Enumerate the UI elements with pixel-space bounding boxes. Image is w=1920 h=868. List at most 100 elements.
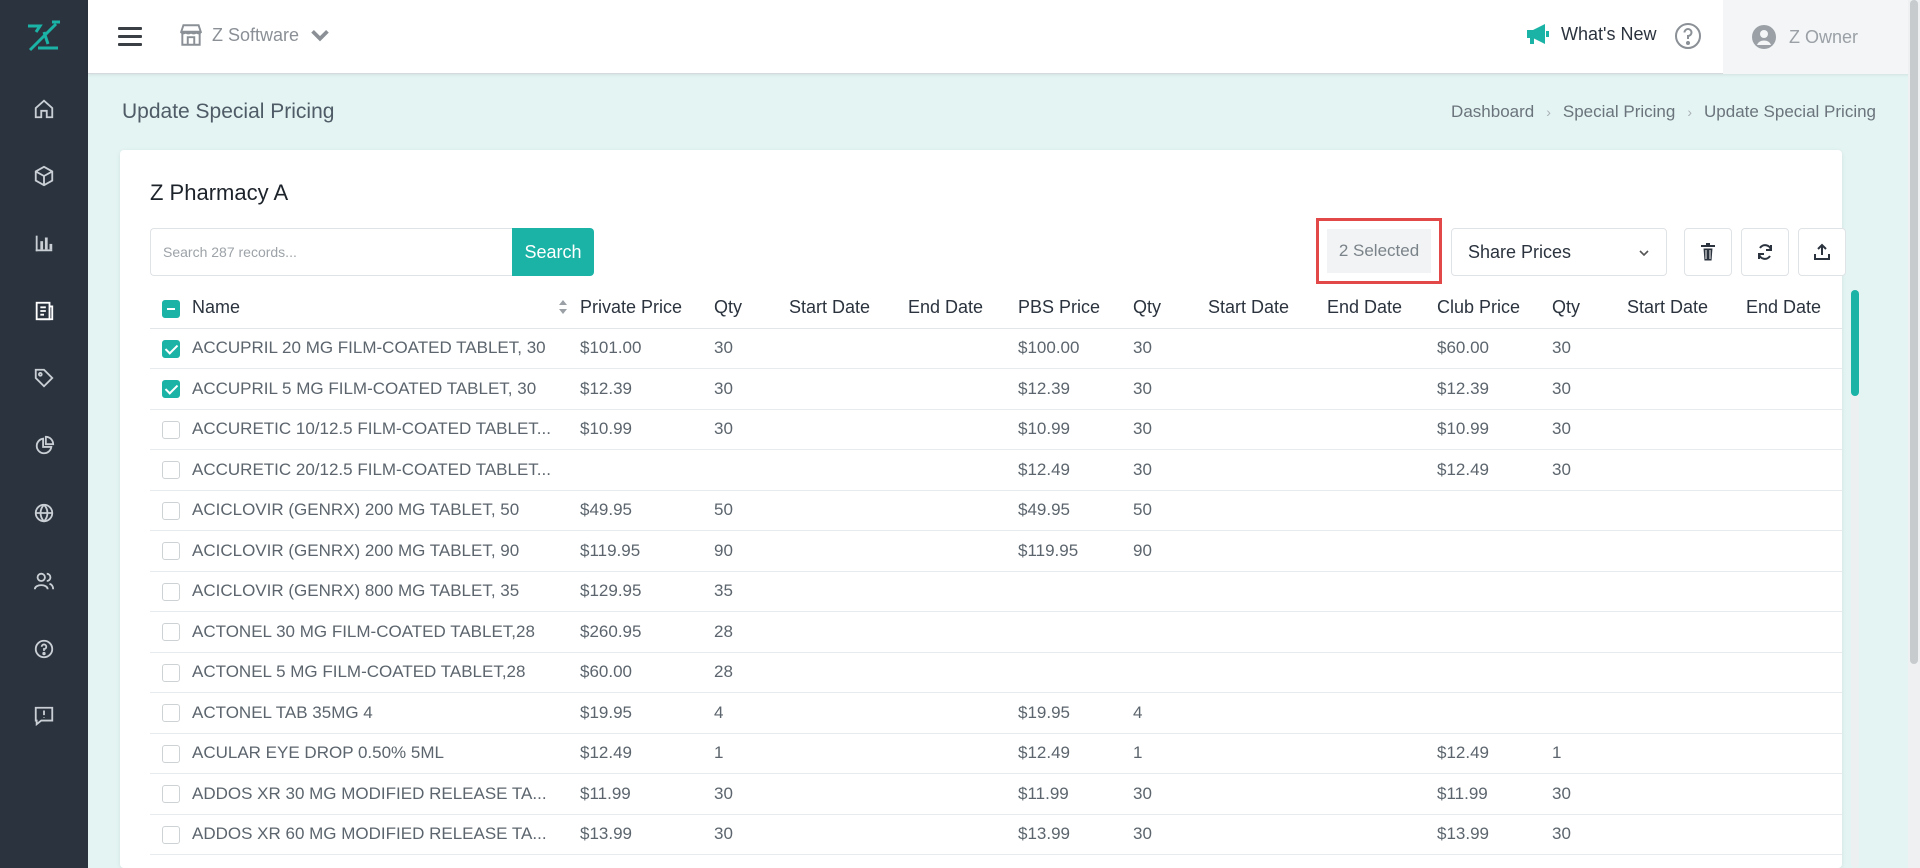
search-button[interactable]: Search (512, 228, 594, 276)
table-row[interactable]: ACICLOVIR (GENRX) 200 MG TABLET, 50 $49.9… (150, 490, 1842, 531)
table-cell (1208, 733, 1327, 774)
breadcrumb-dashboard[interactable]: Dashboard (1451, 102, 1534, 122)
column-header[interactable]: Start Date (1208, 288, 1327, 329)
sort-icon[interactable] (558, 299, 568, 315)
table-row[interactable]: ACCUPRIL 20 MG FILM-COATED TABLET, 30 $10… (150, 328, 1842, 369)
page-scrollbar[interactable] (1908, 0, 1920, 868)
row-checkbox[interactable] (162, 461, 180, 480)
table-header-row: Name Private Price Qty Start Date End Da… (150, 288, 1842, 329)
table-cell (1746, 409, 1842, 450)
report-icon[interactable] (24, 291, 64, 331)
bar-chart-icon[interactable] (24, 223, 64, 263)
table-row[interactable]: ACICLOVIR (GENRX) 800 MG TABLET, 35 $129.… (150, 571, 1842, 612)
breadcrumb-special-pricing[interactable]: Special Pricing (1563, 102, 1675, 122)
table-cell (1552, 530, 1627, 572)
column-header[interactable]: Private Price (580, 288, 714, 329)
pie-chart-icon[interactable] (24, 426, 64, 466)
globe-icon[interactable] (24, 493, 64, 533)
table-cell: $49.95 (1018, 490, 1133, 531)
row-checkbox[interactable] (162, 825, 180, 844)
table-cell (908, 733, 1018, 774)
table-scrollbar[interactable] (1851, 290, 1859, 868)
column-header[interactable]: Qty (1552, 288, 1627, 329)
table-cell (1327, 814, 1437, 855)
column-header[interactable]: Qty (1133, 288, 1208, 329)
column-header[interactable]: Start Date (789, 288, 908, 329)
table-cell (1746, 449, 1842, 491)
table-cell (908, 692, 1018, 734)
column-header[interactable]: Qty (714, 288, 789, 329)
delete-button[interactable] (1684, 228, 1732, 276)
table-cell (1208, 652, 1327, 693)
column-header[interactable]: PBS Price (1018, 288, 1133, 329)
users-icon[interactable] (24, 561, 64, 601)
refresh-icon (1758, 244, 1772, 260)
table-cell (789, 733, 908, 774)
column-header[interactable]: End Date (1327, 288, 1437, 329)
table-cell: $10.99 (580, 409, 714, 450)
select-all-checkbox[interactable] (162, 299, 180, 318)
table-cell (1627, 490, 1746, 531)
menu-toggle-icon[interactable] (118, 27, 142, 47)
table-cell: 50 (1133, 490, 1208, 531)
row-checkbox[interactable] (162, 339, 180, 358)
table-row[interactable]: ACTONEL TAB 35MG 4 $19.95 4 $19.95 4 (150, 692, 1842, 734)
table-cell: $100.00 (1018, 328, 1133, 369)
store-icon (179, 24, 203, 46)
whats-new-link[interactable]: What's New (1525, 22, 1656, 46)
store-selector[interactable]: Z Software (178, 22, 333, 48)
row-checkbox[interactable] (162, 704, 180, 723)
table-cell (1627, 611, 1746, 653)
home-icon[interactable] (24, 89, 64, 129)
row-checkbox[interactable] (162, 380, 180, 399)
product-name-cell: ACULAR EYE DROP 0.50% 5ML (192, 733, 580, 774)
table-row[interactable]: ACICLOVIR (GENRX) 200 MG TABLET, 90 $119.… (150, 530, 1842, 572)
table-row[interactable]: ADDOS XR 60 MG MODIFIED RELEASE TA... $13… (150, 814, 1842, 855)
row-checkbox[interactable] (162, 582, 180, 601)
column-header[interactable]: Club Price (1437, 288, 1552, 329)
row-select-cell (150, 611, 192, 653)
row-select-cell (150, 571, 192, 612)
product-name-cell: ACICLOVIR (GENRX) 200 MG TABLET, 90 (192, 530, 580, 572)
tag-icon[interactable] (24, 358, 64, 398)
row-checkbox[interactable] (162, 623, 180, 642)
table-cell: 1 (714, 733, 789, 774)
table-cell (908, 773, 1018, 815)
row-checkbox[interactable] (162, 501, 180, 520)
search-input[interactable] (150, 228, 512, 276)
table-row[interactable]: ACCUPRIL 5 MG FILM-COATED TABLET, 30 $12.… (150, 368, 1842, 410)
table-cell: 28 (714, 652, 789, 693)
table-cell (789, 409, 908, 450)
row-checkbox[interactable] (162, 542, 180, 561)
user-menu[interactable]: Z Owner (1723, 0, 1908, 74)
table-cell: 28 (714, 611, 789, 653)
table-cell: $11.99 (580, 773, 714, 815)
help-circle-icon[interactable] (1674, 22, 1702, 50)
help-icon[interactable] (24, 629, 64, 669)
table-cell: $19.95 (1018, 692, 1133, 734)
column-header[interactable]: End Date (1746, 288, 1842, 329)
table-cell (908, 530, 1018, 572)
row-checkbox[interactable] (162, 785, 180, 804)
table-row[interactable]: ACTONEL 30 MG FILM-COATED TABLET,28 $260.… (150, 611, 1842, 653)
column-header[interactable]: Name (192, 288, 580, 329)
product-name-cell: ACCURETIC 10/12.5 FILM-COATED TABLET... (192, 409, 580, 450)
table-row[interactable]: ACTONEL 5 MG FILM-COATED TABLET,28 $60.00… (150, 652, 1842, 693)
row-checkbox[interactable] (162, 663, 180, 682)
row-checkbox[interactable] (162, 744, 180, 763)
table-row[interactable]: ACCURETIC 10/12.5 FILM-COATED TABLET... $… (150, 409, 1842, 450)
row-checkbox[interactable] (162, 420, 180, 439)
table-row[interactable]: ACULAR EYE DROP 0.50% 5ML $12.49 1 $12.49 1 $… (150, 733, 1842, 774)
share-prices-select[interactable]: Share Prices (1451, 228, 1667, 276)
table-cell (1746, 773, 1842, 815)
column-header[interactable]: Start Date (1627, 288, 1746, 329)
feedback-icon[interactable] (24, 696, 64, 736)
refresh-button[interactable] (1741, 228, 1789, 276)
table-row[interactable]: ADDOS XR 30 MG MODIFIED RELEASE TA... $11… (150, 773, 1842, 815)
app-logo-icon[interactable] (26, 18, 62, 54)
column-header[interactable]: End Date (908, 288, 1018, 329)
table-row[interactable]: ACCURETIC 20/12.5 FILM-COATED TABLET... $… (150, 449, 1842, 491)
export-button[interactable] (1798, 228, 1846, 276)
selected-count-badge[interactable]: 2 Selected (1327, 229, 1431, 273)
box-icon[interactable] (24, 156, 64, 196)
